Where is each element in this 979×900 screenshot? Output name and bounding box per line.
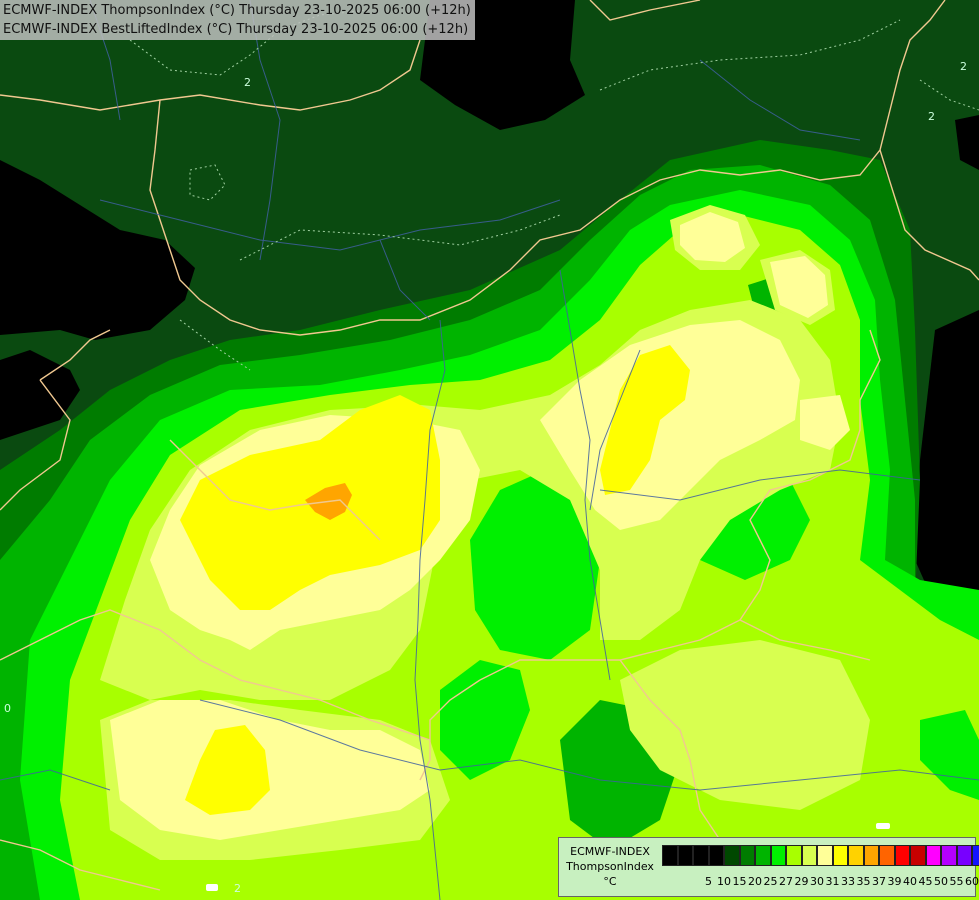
isoline-label: 0 [4, 702, 11, 715]
isoline-label: 2 [928, 110, 935, 123]
legend-parameter: ThompsonIndex [566, 860, 654, 873]
small-spot-2 [206, 884, 218, 891]
legend-swatch [832, 845, 848, 866]
legend-tick-label: 60 [965, 875, 979, 888]
legend-swatch [879, 845, 895, 866]
legend-swatch [708, 845, 724, 866]
legend-swatch [755, 845, 771, 866]
legend-swatch [739, 845, 755, 866]
legend-swatch [863, 845, 879, 866]
legend-swatch [941, 845, 957, 866]
legend-swatch [770, 845, 786, 866]
legend-swatch [801, 845, 817, 866]
isoline-label: 2 [244, 76, 251, 89]
legend-swatch [894, 845, 910, 866]
legend-model: ECMWF-INDEX [570, 845, 650, 858]
isoline-label: 2 [960, 60, 967, 73]
legend-swatch [972, 845, 979, 866]
legend-swatch [817, 845, 833, 866]
map-title-box: ECMWF-INDEX ThompsonIndex (°C) Thursday … [0, 0, 475, 40]
isoline-label: 2 [234, 882, 241, 895]
map-title-bestlifted: ECMWF-INDEX BestLiftedIndex (°C) Thursda… [3, 22, 469, 37]
color-legend: ECMWF-INDEX ThompsonIndex °C 5 10 15 20 25 27… [558, 837, 979, 897]
legend-swatch [786, 845, 802, 866]
legend-swatch [724, 845, 740, 866]
legend-swatch [956, 845, 972, 866]
map-title-thompson: ECMWF-INDEX ThompsonIndex (°C) Thursday … [3, 3, 471, 18]
legend-labels: ECMWF-INDEX ThompsonIndex °C [561, 844, 659, 889]
legend-swatches [662, 845, 979, 866]
legend-swatch [677, 845, 693, 866]
small-spot [876, 823, 890, 829]
legend-swatch [910, 845, 926, 866]
weather-map: 2 2 2 0 2 [0, 0, 979, 900]
legend-unit: °C [603, 875, 617, 888]
legend-swatch [662, 845, 678, 866]
legend-swatch [925, 845, 941, 866]
legend-swatch [693, 845, 709, 866]
legend-swatch [848, 845, 864, 866]
